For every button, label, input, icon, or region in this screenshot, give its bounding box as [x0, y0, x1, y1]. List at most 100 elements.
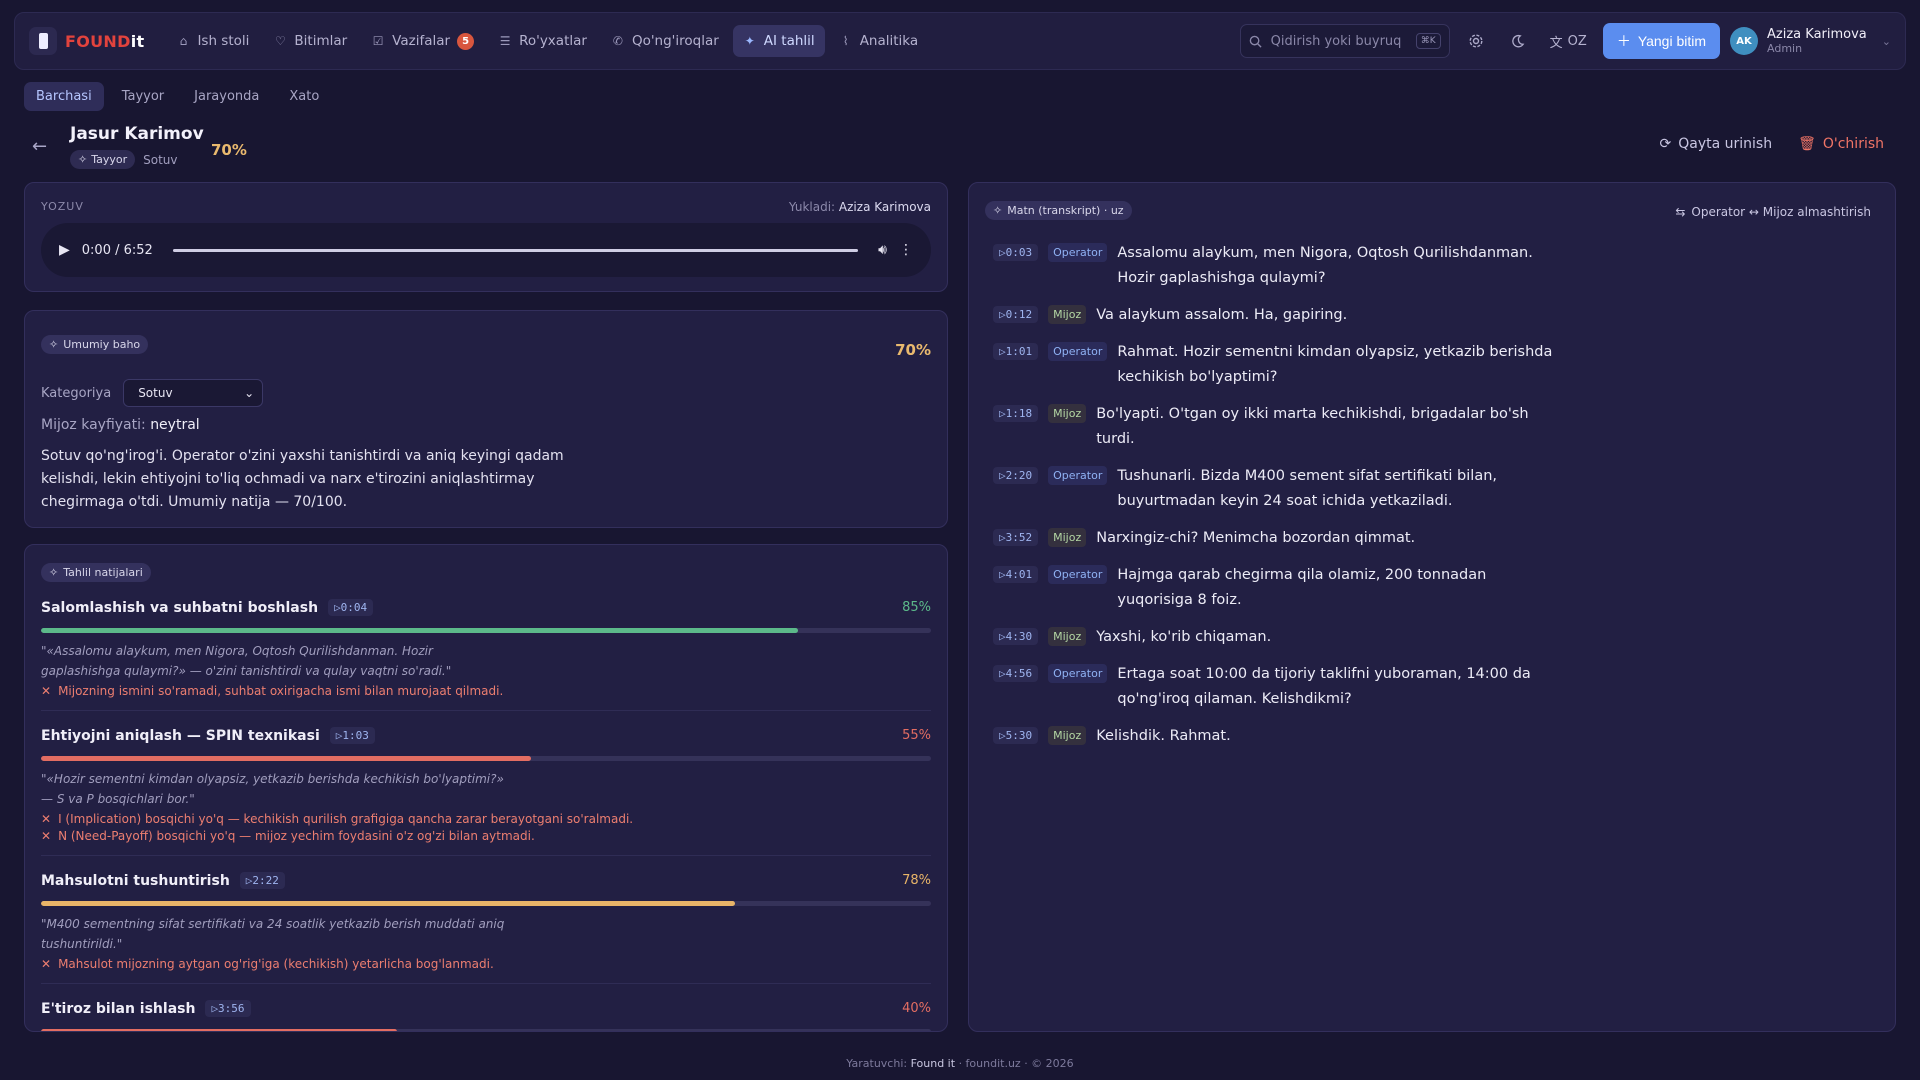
swap-speakers-button[interactable]: ⇆ Operator ↔ Mijoz almashtirish	[1675, 205, 1871, 219]
uploader-name: Aziza Karimova	[838, 200, 931, 214]
criterion-issue: ✕ N (Need-Payoff) bosqichi yo'q — mijoz y…	[41, 829, 931, 843]
criterion-percent: 55%	[902, 728, 931, 743]
summary-chip-label: Umumiy baho	[63, 338, 141, 351]
analysis-chip: ✧ Tahlil natijalari	[41, 563, 151, 582]
utterance-text: Bo'lyapti. O'tgan oy ikki marta kechikis…	[1096, 406, 1529, 447]
back-arrow-icon[interactable]: ←	[32, 136, 47, 157]
transcript-line: ▷4:56 Operator Ertaga soat 10:00 da tijori…	[993, 662, 1553, 712]
nav-item-4[interactable]: ✆ Qo'ng'iroqlar	[601, 25, 729, 57]
transcript-line: ▷0:12 Mijoz Va alaykum assalom. Ha, gapiri…	[993, 303, 1553, 328]
chevron-down-icon: ⌄	[1881, 34, 1891, 48]
criterion-progress-bar	[41, 756, 931, 761]
summary-text: Sotuv qo'ng'irog'i. Operator o'zini yaxs…	[41, 448, 564, 510]
new-deal-button[interactable]: ＋ Yangi bitim	[1602, 23, 1721, 59]
criterion-item: Salomlashish va suhbatni boshlash ▷0:04 85…	[41, 595, 931, 711]
timestamp-link[interactable]: ▷2:22	[239, 872, 285, 889]
refresh-icon: ⟳	[1659, 136, 1672, 152]
search-input[interactable]	[1270, 33, 1408, 49]
more-options-icon[interactable]: ⋮	[899, 242, 913, 258]
criterion-quote: "«Assalomu alaykum, men Nigora, Oqtosh Q…	[41, 644, 452, 678]
search-icon	[1249, 34, 1263, 48]
user-menu[interactable]: AK Aziza Karimova Admin ⌄	[1730, 27, 1891, 55]
theme-toggle-button[interactable]	[1502, 25, 1534, 57]
language-switcher[interactable]: 文 OZ	[1544, 32, 1593, 51]
timestamp-link[interactable]: ▷5:30	[993, 727, 1039, 744]
mood-value: neytral	[150, 417, 200, 433]
plus-icon: ＋	[1616, 33, 1631, 49]
transcript-line: ▷3:52 Mijoz Narxingiz-chi? Menimcha bozord…	[993, 526, 1553, 551]
timestamp-link[interactable]: ▷2:20	[993, 467, 1039, 484]
speaker-badge: Operator	[1048, 243, 1108, 262]
nav-menu: ⌂ Ish stoli ♡ Bitimlar ☑ Vazifalar 5 ☰ Ro'yxatla…	[166, 25, 928, 58]
new-deal-label: Yangi bitim	[1637, 33, 1707, 49]
timestamp-link[interactable]: ▷1:18	[993, 405, 1039, 422]
timestamp-link[interactable]: ▷4:01	[993, 566, 1039, 583]
tab-2[interactable]: Jarayonda	[182, 82, 271, 111]
nav-item-5[interactable]: ✦ AI tahlil	[732, 25, 825, 57]
swap-icon: ⇆	[1675, 205, 1686, 219]
timestamp-link[interactable]: ▷4:56	[993, 665, 1039, 682]
nav-item-3[interactable]: ☰ Ro'yxatlar	[488, 25, 597, 57]
retry-button[interactable]: ⟳ Qayta urinish	[1659, 136, 1772, 152]
summary-panel: ✧ Umumiy baho 70% Kategoriya Sotuv ⌄ Mij…	[24, 310, 948, 528]
nav-item-2[interactable]: ☑ Vazifalar 5	[361, 25, 484, 58]
criterion-title: Ehtiyojni aniqlash — SPIN texnikasi	[41, 727, 320, 744]
footer-brand[interactable]: Found it	[911, 1057, 955, 1070]
criterion-percent: 85%	[902, 600, 931, 615]
criterion-percent: 78%	[902, 873, 931, 888]
utterance-text: Yaxshi, ko'rib chiqaman.	[1096, 629, 1272, 645]
sparkle-icon: ✧	[78, 153, 88, 166]
tab-3[interactable]: Xato	[277, 82, 331, 111]
volume-icon[interactable]: 🔊︎	[878, 242, 887, 258]
timestamp-link[interactable]: ▷1:03	[329, 727, 375, 744]
criterion-header: E'tiroz bilan ishlash ▷3:56 40%	[41, 1000, 931, 1017]
timestamp-link[interactable]: ▷0:03	[993, 244, 1039, 261]
criterion-progress-fill	[41, 756, 531, 761]
utterance-text: Hajmga qarab chegirma qila olamiz, 200 t…	[1117, 567, 1487, 608]
audio-progress-track[interactable]	[172, 248, 859, 252]
nav-badge: 5	[457, 32, 475, 50]
timestamp-link[interactable]: ▷3:56	[205, 1000, 251, 1017]
nav-item-0[interactable]: ⌂ Ish stoli	[166, 25, 259, 57]
nav-item-label: Analitika	[859, 33, 919, 49]
category-label: Kategoriya	[41, 385, 112, 401]
play-icon[interactable]: ▶	[59, 242, 70, 258]
sparkle-icon: ✦	[744, 34, 755, 48]
retry-label: Qayta urinish	[1678, 136, 1773, 152]
timestamp-link[interactable]: ▷1:01	[993, 343, 1039, 360]
issue-text: Mahsulot mijozning aytgan og'rig'iga (ke…	[58, 957, 494, 971]
tab-0[interactable]: Barchasi	[24, 82, 104, 111]
checkbox-icon: ☑	[372, 34, 384, 48]
criterion-header: Salomlashish va suhbatni boshlash ▷0:04 85…	[41, 599, 931, 616]
speaker-badge: Operator	[1048, 664, 1108, 683]
timestamp-link[interactable]: ▷4:30	[993, 628, 1039, 645]
speaker-badge: Operator	[1048, 565, 1108, 584]
logo[interactable]: FOUNDit	[29, 27, 144, 55]
transcript-lines: ▷0:03 Operator Assalomu alaykum, men Nigor…	[993, 241, 1553, 761]
speaker-badge: Operator	[1048, 342, 1108, 361]
criterion-header: Ehtiyojni aniqlash — SPIN texnikasi ▷1:03…	[41, 727, 931, 744]
nav-item-1[interactable]: ♡ Bitimlar	[263, 25, 357, 57]
delete-button[interactable]: 🗑 O'chirish	[1798, 136, 1884, 152]
transcript-line: ▷4:01 Operator Hajmga qarab chegirma qila …	[993, 563, 1553, 613]
utterance-text: Narxingiz-chi? Menimcha bozordan qimmat.	[1096, 530, 1416, 546]
sparkle-icon: ✧	[49, 338, 59, 351]
top-navbar: FOUNDit ⌂ Ish stoli ♡ Bitimlar ☑ Vazifalar 5 ☰ R…	[14, 12, 1906, 70]
transcript-line: ▷2:20 Operator Tushunarli. Bizda M400 seme…	[993, 464, 1553, 514]
footer-prefix: Yaratuvchi:	[846, 1057, 908, 1070]
category-select[interactable]: Sotuv ⌄	[123, 379, 264, 407]
tab-1[interactable]: Tayyor	[110, 82, 176, 111]
speaker-badge: Mijoz	[1048, 528, 1087, 547]
nav-item-6[interactable]: ⌇ Analitika	[829, 25, 928, 57]
status-badge-label: Tayyor	[91, 153, 128, 166]
timestamp-link[interactable]: ▷0:12	[993, 306, 1039, 323]
criterion-header: Mahsulotni tushuntirish ▷2:22 78%	[41, 872, 931, 889]
nav-item-label: Ish stoli	[197, 33, 250, 49]
search-box[interactable]: ⌘K	[1239, 24, 1450, 58]
nav-item-label: AI tahlil	[763, 33, 815, 49]
record-score: 70%	[211, 141, 247, 159]
settings-button[interactable]	[1460, 25, 1492, 57]
timestamp-link[interactable]: ▷3:52	[993, 529, 1039, 546]
timestamp-link[interactable]: ▷0:04	[328, 599, 374, 616]
record-category: Sotuv	[143, 152, 178, 167]
